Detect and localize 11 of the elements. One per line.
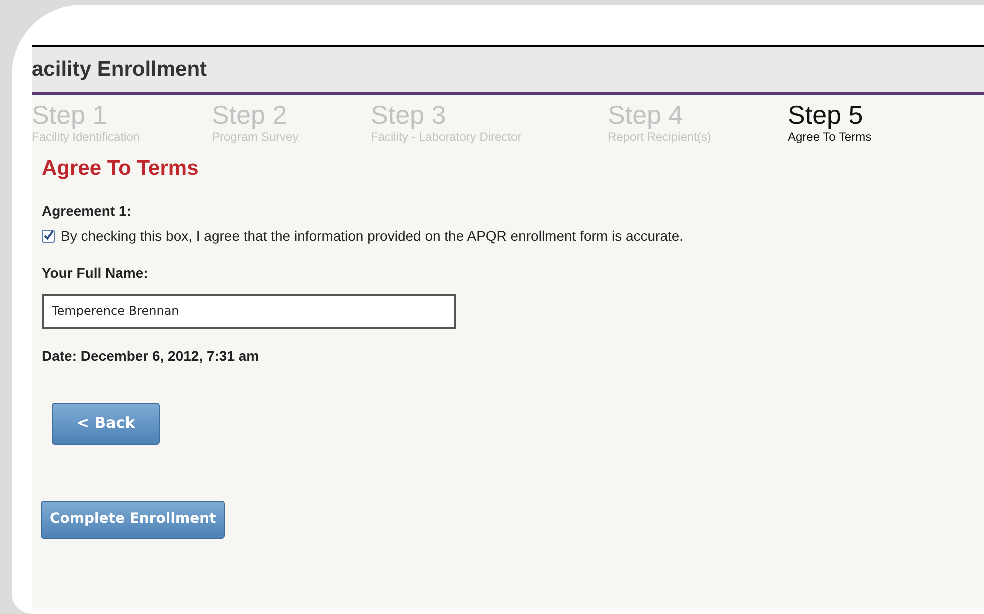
back-button[interactable]: < Back: [52, 402, 160, 444]
step-tab[interactable]: Step 5 Agree To Terms: [788, 101, 918, 151]
name-label: Your Full Name:: [42, 264, 148, 282]
agreement-text: By checking this box, I agree that the information provided on the APQR enrollment form is accurate.: [61, 226, 684, 246]
section-title: Agree To Terms: [42, 156, 199, 182]
date-text: Date: December 6, 2012, 7:31 am: [42, 346, 260, 366]
agreement-checkbox[interactable]: [42, 230, 55, 242]
name-field[interactable]: Temperence Brennan: [42, 294, 456, 328]
complete-enrollment-button[interactable]: Complete Enrollment: [41, 500, 226, 538]
page-title: acility Enrollment: [32, 59, 208, 80]
agreement-heading: Agreement 1:: [42, 202, 132, 221]
